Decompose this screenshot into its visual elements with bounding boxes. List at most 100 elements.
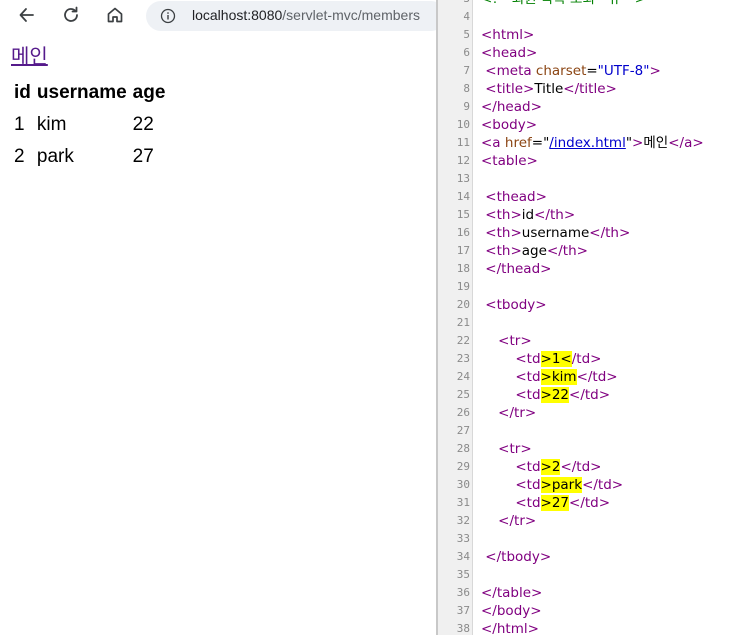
code-token: <th>: [485, 225, 522, 241]
code-token: /td>: [571, 351, 602, 367]
code-line: 12 <table>: [438, 152, 731, 170]
code-line: 9 </head>: [438, 98, 731, 116]
line-number: 32: [456, 514, 470, 527]
code-token: charset: [535, 63, 587, 79]
code-line: 4: [438, 8, 731, 26]
table-row: 1 kim 22: [12, 110, 167, 140]
line-code: <td>1</td>: [481, 350, 601, 368]
back-button[interactable]: [14, 2, 40, 28]
line-code: <tbody>: [481, 296, 546, 314]
code-line: 37 </body>: [438, 602, 731, 620]
line-number: 25: [456, 388, 470, 401]
code-line: 29 <td>2</td>: [438, 458, 731, 476]
column-header-age: age: [132, 82, 166, 103]
main-link[interactable]: 메인: [11, 43, 48, 69]
reload-icon: [64, 6, 78, 22]
url-text[interactable]: localhost:8080/servlet-mvc/members: [192, 7, 420, 23]
line-number: 29: [456, 460, 470, 473]
code-line: 36 </table>: [438, 584, 731, 602]
column-header-id: id: [14, 82, 31, 103]
line-number: 35: [456, 568, 470, 581]
code-token: <!-- 회원 목록 조회 - 뷰 -->: [481, 0, 646, 7]
code-line: 16 <th>username</th>: [438, 224, 731, 242]
line-code: </thead>: [481, 260, 551, 278]
code-token: Title: [534, 81, 564, 97]
code-line: 27: [438, 422, 731, 440]
code-line: 6 <head>: [438, 44, 731, 62]
line-code: </html>: [481, 620, 539, 635]
line-number: 22: [456, 334, 470, 347]
code-token: </tr>: [498, 405, 537, 421]
line-number: 38: [456, 622, 470, 635]
line-number: 24: [456, 370, 470, 383]
line-number: 8: [463, 82, 470, 95]
line-number: 16: [456, 226, 470, 239]
line-number: 11: [456, 136, 470, 149]
cell-username: park: [36, 146, 74, 167]
code-token: </body>: [481, 603, 542, 619]
code-token: =": [531, 135, 550, 151]
code-token: <tr>: [498, 333, 532, 349]
code-line: 11 <a href="/index.html">메인</a>: [438, 134, 731, 152]
line-number: 21: [456, 316, 470, 329]
line-number: 14: [456, 190, 470, 203]
code-token: <th>: [485, 207, 522, 223]
cell-id: 2: [14, 146, 25, 167]
code-token: </title>: [563, 81, 617, 97]
line-code: <td>park</td>: [481, 476, 623, 494]
code-editor[interactable]: 3<!-- 회원 목록 조회 - 뷰 -->45<html>6<head>7 <…: [438, 0, 731, 635]
line-number: 9: [463, 100, 470, 113]
table-row: 2 park 27: [12, 142, 167, 172]
line-code: <tr>: [481, 332, 532, 350]
code-token: <td: [515, 477, 541, 493]
arrow-left-icon: [19, 8, 34, 22]
line-number: 7: [463, 64, 470, 77]
table-head: id username age: [12, 78, 167, 108]
code-token: <td: [515, 495, 541, 511]
code-line: 10 <body>: [438, 116, 731, 134]
reload-button[interactable]: [58, 2, 84, 28]
code-token: >: [649, 63, 661, 79]
code-token: </table>: [481, 585, 543, 601]
code-token: </thead>: [485, 261, 552, 277]
home-button[interactable]: [102, 2, 128, 28]
line-number: 27: [456, 424, 470, 437]
code-token: </td>: [569, 495, 611, 511]
code-line: 21: [438, 314, 731, 332]
url-path: /servlet-mvc/members: [282, 7, 420, 23]
line-code: <td>27</td>: [481, 494, 610, 512]
code-token: id: [521, 207, 535, 223]
line-number: 20: [456, 298, 470, 311]
code-token: href: [504, 135, 532, 151]
line-code: </tbody>: [481, 548, 551, 566]
code-token: <html>: [481, 27, 535, 43]
code-line: 26 </tr>: [438, 404, 731, 422]
code-line: 17 <th>age</th>: [438, 242, 731, 260]
code-token: <meta: [485, 63, 536, 79]
header-row: id username age: [12, 78, 167, 108]
code-line: 5 <html>: [438, 26, 731, 44]
line-code: </head>: [481, 98, 542, 116]
line-number: 18: [456, 262, 470, 275]
line-code: <table>: [481, 152, 538, 170]
column-header-username: username: [36, 82, 127, 103]
line-code: <head>: [481, 44, 537, 62]
line-code: <th>age</th>: [481, 242, 588, 260]
line-number: 26: [456, 406, 470, 419]
line-code: <a href="/index.html">메인</a>: [481, 134, 704, 152]
code-token: /index.html: [549, 135, 626, 151]
line-code: <td>kim</td>: [481, 368, 618, 386]
code-token: <td: [515, 387, 541, 403]
address-bar[interactable]: localhost:8080/servlet-mvc/members: [146, 1, 436, 31]
info-icon[interactable]: [160, 8, 176, 24]
line-number: 19: [456, 280, 470, 293]
highlighted-token: >2: [540, 459, 561, 475]
code-line: 14 <thead>: [438, 188, 731, 206]
line-code: <html>: [481, 26, 534, 44]
